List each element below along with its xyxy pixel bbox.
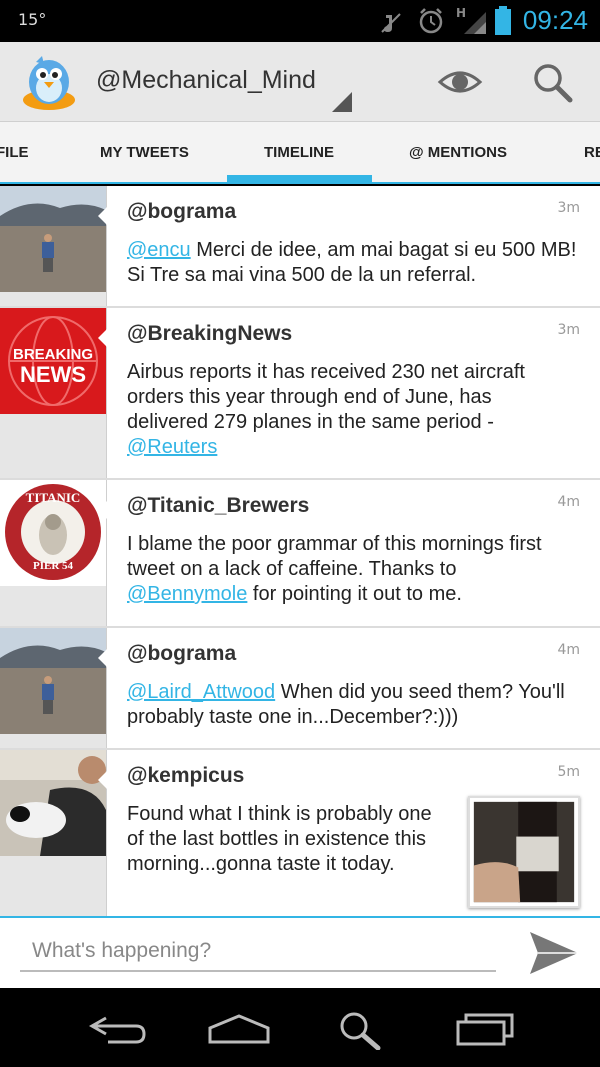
- compose-input[interactable]: [20, 932, 496, 972]
- back-icon[interactable]: [84, 1008, 154, 1050]
- tab-active-indicator: [227, 175, 372, 182]
- avatar[interactable]: BREAKING NEWS: [0, 308, 106, 414]
- tweet-item[interactable]: @bograma 3m @encu Merci de idee, am mai …: [0, 186, 600, 308]
- tab-strip: FILE MY TWEETS TIMELINE @ MENTIONS RE: [0, 122, 600, 184]
- tweet-time: 4m: [557, 494, 580, 510]
- avatar[interactable]: [0, 628, 106, 734]
- compose-bar: [0, 916, 600, 988]
- dropdown-triangle-icon[interactable]: [332, 92, 352, 112]
- recents-icon[interactable]: [448, 1008, 518, 1050]
- avatar[interactable]: [0, 750, 106, 856]
- account-selector[interactable]: @Mechanical_Mind: [96, 66, 316, 95]
- eye-icon[interactable]: [436, 62, 484, 102]
- avatar-column: [0, 186, 108, 306]
- tweet-time: 5m: [557, 764, 580, 780]
- tweet-time: 3m: [557, 200, 580, 216]
- avatar-column: [0, 750, 108, 916]
- tweet-username[interactable]: @bograma: [127, 200, 236, 224]
- search-icon[interactable]: [326, 1008, 396, 1050]
- tweet-text: Airbus reports it has received 230 net a…: [127, 361, 525, 458]
- avatar-text: TITANIC: [25, 490, 81, 505]
- tweet-time: 4m: [557, 642, 580, 658]
- status-bar: 15° H 09:24: [0, 0, 600, 42]
- avatar-column: TITANIC PIER 54: [0, 480, 108, 626]
- tweet-text: @Laird_Attwood When did you seed them? Y…: [127, 681, 565, 728]
- tweet-item[interactable]: TITANIC PIER 54 @Titanic_Brewers 4m I bl…: [0, 480, 600, 628]
- avatar-text: PIER 54: [32, 560, 74, 572]
- avatar-text: BREAKING: [12, 346, 93, 363]
- tweet-username[interactable]: @BreakingNews: [127, 322, 292, 346]
- search-icon[interactable]: [530, 60, 574, 104]
- mute-icon: [381, 13, 401, 33]
- clock: 09:24: [522, 5, 588, 35]
- mention-link[interactable]: @encu: [127, 239, 191, 261]
- mention-link[interactable]: @Reuters: [127, 436, 217, 458]
- avatar-text: NEWS: [20, 362, 86, 387]
- tab-timeline[interactable]: TIMELINE: [264, 122, 334, 182]
- avatar-column: [0, 628, 108, 748]
- tab-next[interactable]: RE: [584, 122, 600, 182]
- home-icon[interactable]: [204, 1008, 274, 1050]
- avatar[interactable]: [0, 186, 106, 292]
- tweet-item[interactable]: @kempicus 5m Found what I think is proba…: [0, 750, 600, 916]
- avatar[interactable]: TITANIC PIER 54: [0, 480, 106, 586]
- send-icon[interactable]: [526, 928, 582, 978]
- mention-link[interactable]: @Bennymole: [127, 583, 247, 605]
- app-logo-icon[interactable]: [18, 52, 80, 114]
- mention-link[interactable]: @Laird_Attwood: [127, 681, 275, 703]
- avatar-column: BREAKING NEWS: [0, 308, 108, 478]
- tweet-text: Found what I think is probably one of th…: [127, 803, 432, 875]
- alarm-icon: [419, 8, 443, 34]
- tweet-item[interactable]: BREAKING NEWS @BreakingNews 3m Airbus re…: [0, 308, 600, 480]
- tab-mentions[interactable]: @ MENTIONS: [409, 122, 507, 182]
- tab-profile[interactable]: FILE: [0, 122, 29, 182]
- tweet-username[interactable]: @kempicus: [127, 764, 244, 788]
- timeline-list[interactable]: @bograma 3m @encu Merci de idee, am mai …: [0, 186, 600, 916]
- tweet-username[interactable]: @bograma: [127, 642, 236, 666]
- tweet-text: @encu Merci de idee, am mai bagat si eu …: [127, 239, 577, 286]
- tweet-username[interactable]: @Titanic_Brewers: [127, 494, 309, 518]
- tab-my-tweets[interactable]: MY TWEETS: [100, 122, 189, 182]
- action-bar: @Mechanical_Mind: [0, 42, 600, 122]
- tweet-image-thumbnail[interactable]: [468, 796, 580, 908]
- navigation-bar: [0, 988, 600, 1067]
- tweet-time: 3m: [557, 322, 580, 338]
- temperature: 15°: [18, 10, 47, 29]
- signal-icon: [464, 12, 486, 34]
- tweet-text: I blame the poor grammar of this morning…: [127, 533, 542, 605]
- tweet-item[interactable]: @bograma 4m @Laird_Attwood When did you …: [0, 628, 600, 750]
- battery-icon: [495, 6, 511, 35]
